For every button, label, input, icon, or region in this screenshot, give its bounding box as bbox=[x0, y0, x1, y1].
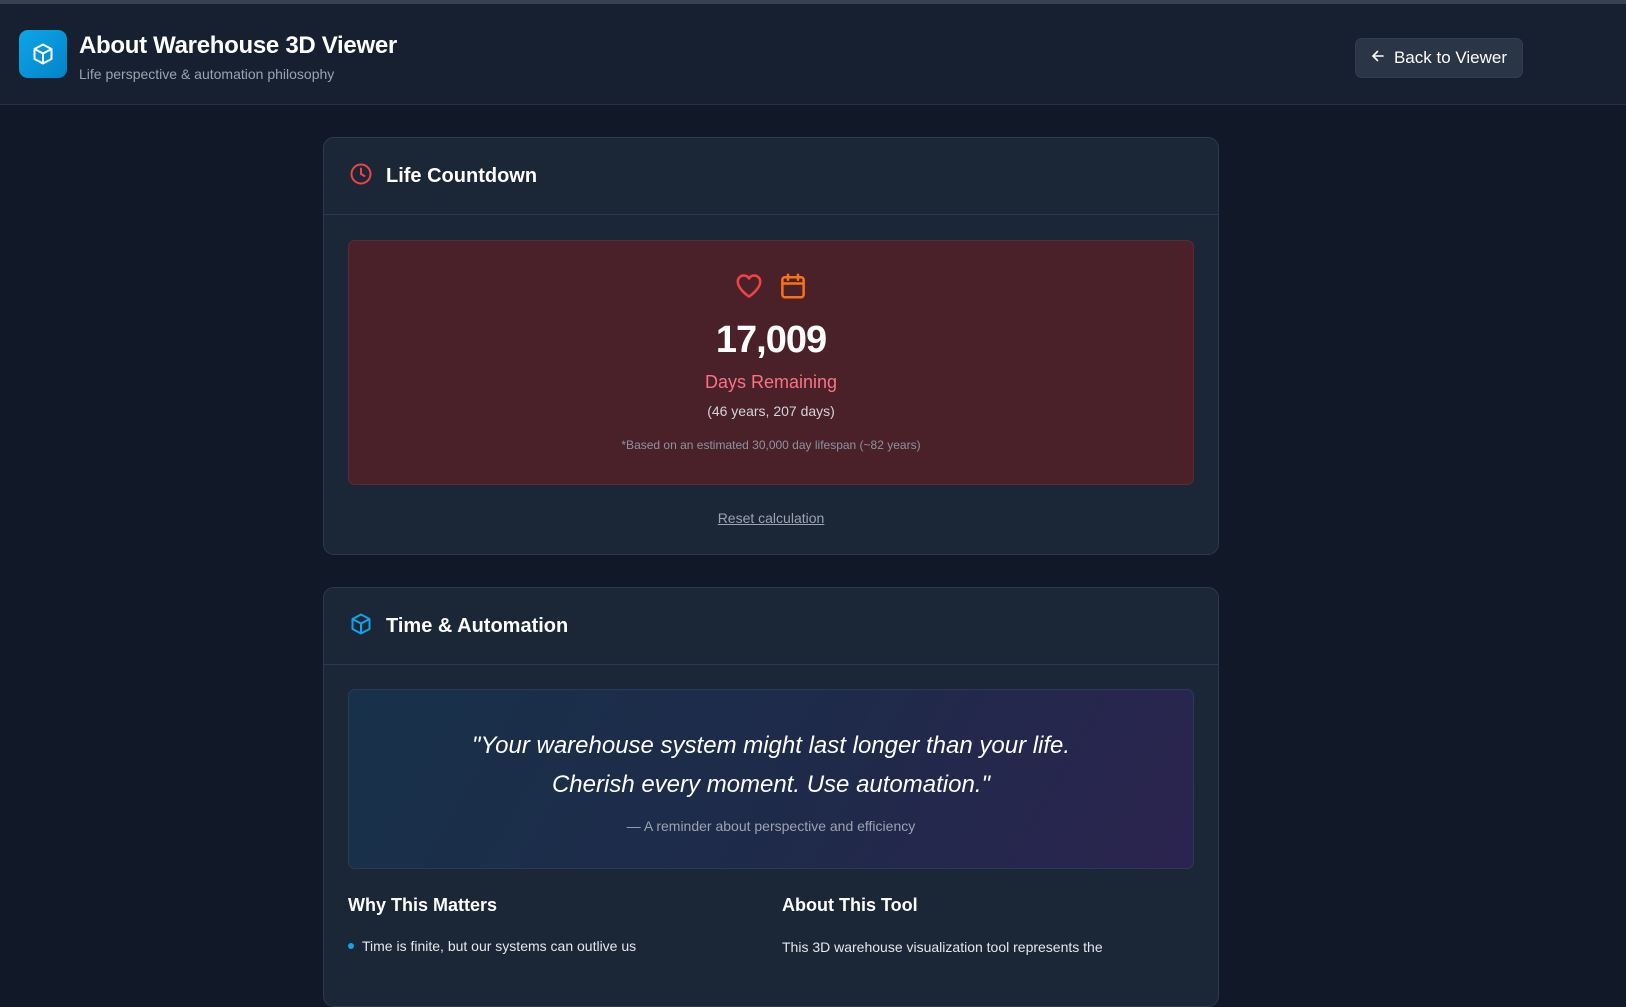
card-header: Life Countdown bbox=[324, 138, 1218, 215]
quote-attribution: — A reminder about perspective and effic… bbox=[626, 818, 916, 834]
arrow-left-icon bbox=[1371, 48, 1385, 68]
quote-line: Cherish every moment. Use automation." bbox=[551, 771, 991, 798]
years-breakdown: (46 years, 207 days) bbox=[707, 403, 835, 419]
page-subtitle: Life perspective & automation philosophy bbox=[79, 66, 335, 82]
why-this-matters-heading: Why This Matters bbox=[348, 895, 498, 915]
list-item: Time is finite, but our systems can outl… bbox=[348, 938, 636, 954]
quote-line: "Your warehouse system might last longer… bbox=[471, 732, 1071, 759]
back-button-label: Back to Viewer bbox=[1393, 48, 1508, 67]
clock-icon bbox=[349, 162, 373, 191]
days-remaining-label: Days Remaining bbox=[704, 372, 838, 392]
quote-text: "Your warehouse system might last longer… bbox=[349, 726, 1193, 804]
back-to-viewer-button[interactable]: Back to Viewer bbox=[1355, 38, 1523, 78]
lifespan-note: *Based on an estimated 30,000 day lifesp… bbox=[621, 438, 921, 452]
box-icon bbox=[19, 30, 67, 78]
reset-calculation-link[interactable]: Reset calculation bbox=[324, 510, 1218, 526]
card-title: Life Countdown bbox=[386, 164, 538, 187]
box-icon bbox=[349, 612, 373, 641]
countdown-panel: 17,009 Days Remaining (46 years, 207 day… bbox=[348, 240, 1194, 485]
quote-panel: "Your warehouse system might last longer… bbox=[348, 689, 1194, 869]
list-item-text: Time is finite, but our systems can outl… bbox=[362, 938, 637, 954]
life-countdown-card: Life Countdown 17,009 Days Remaining (46… bbox=[323, 137, 1219, 555]
bullet-dot bbox=[348, 943, 354, 949]
calendar-icon bbox=[778, 271, 808, 306]
days-remaining-value: 17,009 bbox=[715, 319, 827, 361]
card-title: Time & Automation bbox=[386, 614, 569, 637]
page-header: About Warehouse 3D Viewer Life perspecti… bbox=[0, 4, 1626, 105]
card-header: Time & Automation bbox=[324, 588, 1218, 665]
about-tool-text: This 3D warehouse visualization tool rep… bbox=[782, 939, 1103, 955]
about-this-tool-heading: About This Tool bbox=[782, 895, 918, 915]
page-title: About Warehouse 3D Viewer bbox=[79, 32, 397, 59]
time-automation-card: Time & Automation "Your warehouse system… bbox=[323, 587, 1219, 1007]
heart-icon bbox=[734, 271, 764, 306]
